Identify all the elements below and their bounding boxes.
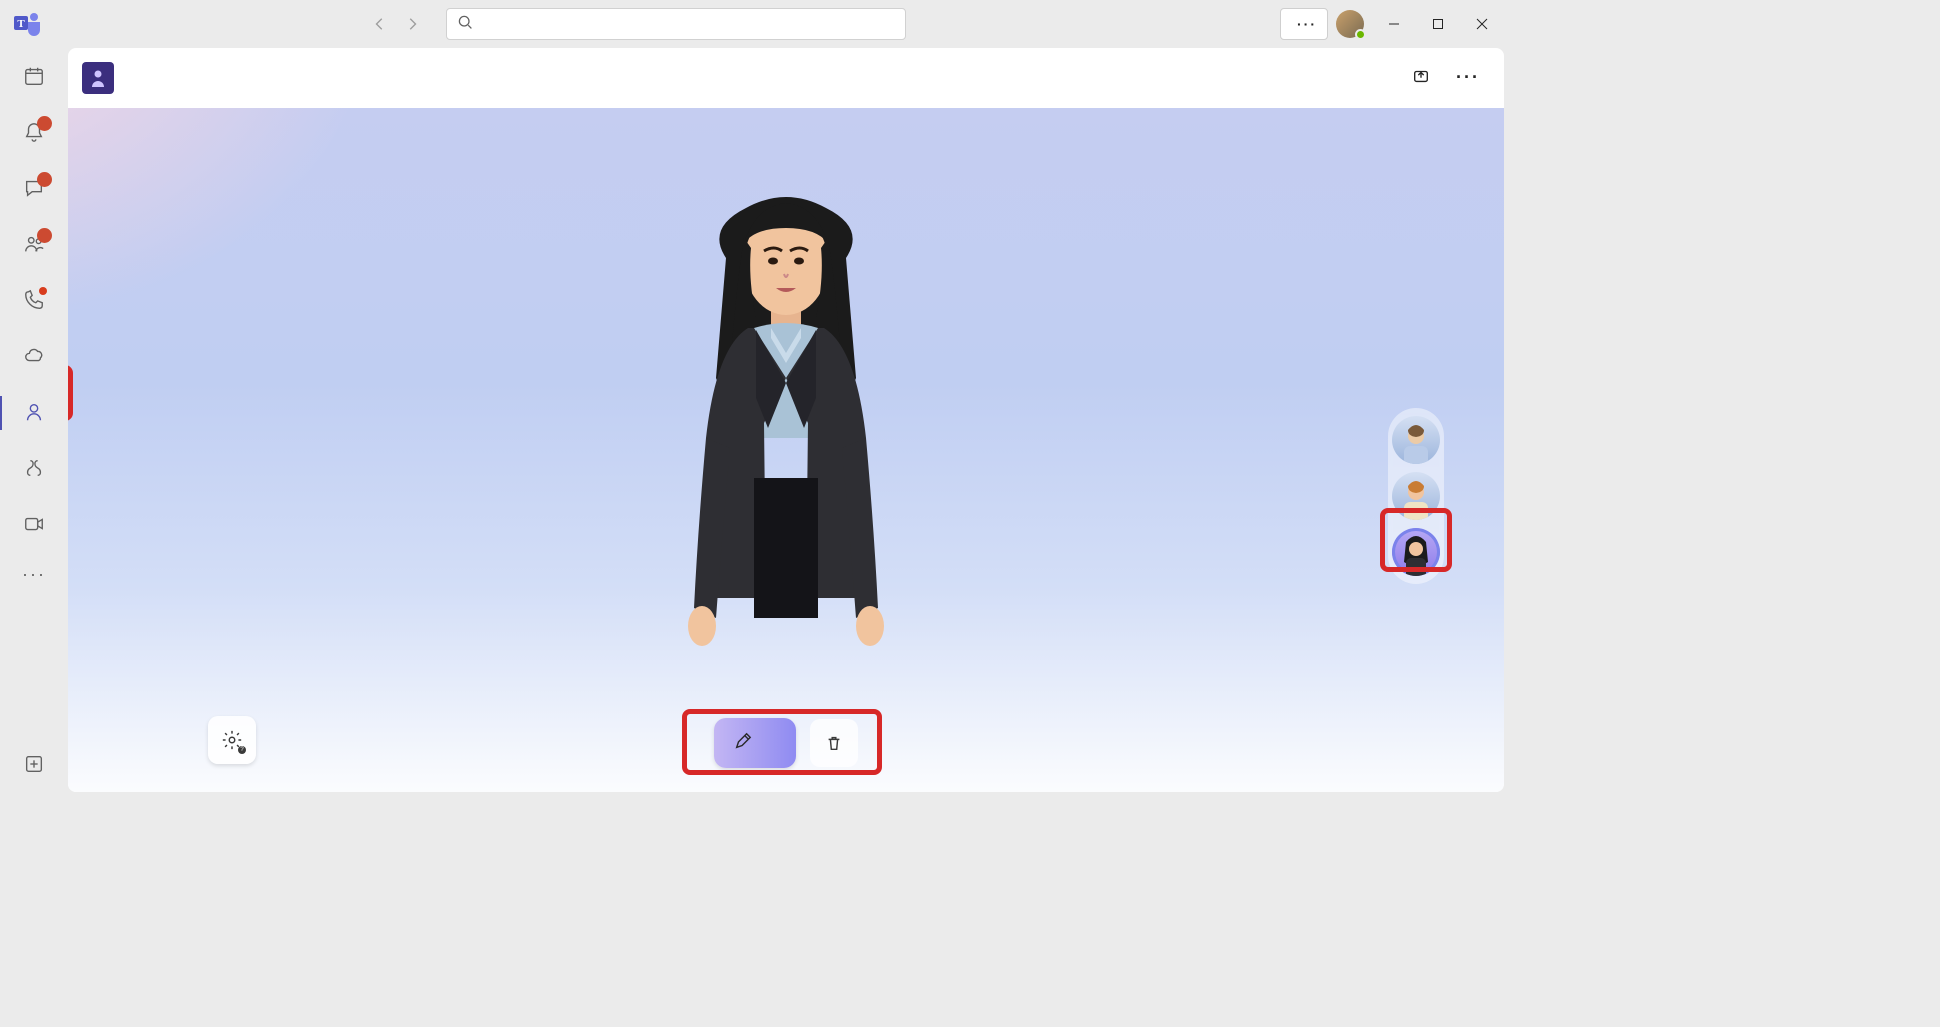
title-bar: T ··· [0, 0, 1512, 48]
calendar-icon [22, 64, 46, 88]
avatars-icon [22, 400, 46, 424]
avatar-slot-1[interactable] [1392, 416, 1440, 464]
rail-item-copilot[interactable] [0, 442, 68, 496]
teams-icon [22, 232, 46, 256]
profile-avatar[interactable] [1336, 10, 1364, 38]
chat-badge [37, 172, 52, 187]
teams-logo-icon: T [12, 8, 44, 40]
help-badge-icon: ? [238, 746, 246, 754]
svg-text:T: T [17, 18, 25, 30]
nav-back-button[interactable] [366, 10, 394, 38]
update-more-icon: ··· [1297, 16, 1317, 32]
avatar-action-row [714, 718, 858, 768]
search-input[interactable] [481, 15, 895, 33]
search-field[interactable] [446, 8, 906, 40]
search-icon [457, 14, 473, 35]
apps-add-icon [22, 752, 46, 776]
copilot-icon [22, 456, 46, 480]
rail-more-button[interactable]: ··· [0, 554, 68, 594]
avatar-slot-2[interactable] [1392, 472, 1440, 520]
page-header: ··· [68, 48, 1504, 108]
window-maximize-button[interactable] [1416, 8, 1460, 40]
avatar-preview [636, 178, 936, 658]
customize-button[interactable] [714, 718, 796, 768]
avatar-settings-button[interactable]: ? [208, 716, 256, 764]
calls-notification-dot [39, 287, 47, 295]
more-icon: ··· [22, 564, 46, 585]
rail-item-teams[interactable] [0, 218, 68, 272]
present-icon [1412, 67, 1430, 88]
rail-item-meet[interactable] [0, 498, 68, 552]
avatars-canvas: ? [68, 108, 1504, 792]
pencil-icon [734, 732, 752, 754]
rail-item-calls[interactable] [0, 274, 68, 328]
rail-item-avatars[interactable] [0, 386, 68, 440]
content-area: ··· [68, 48, 1504, 792]
window-close-button[interactable] [1460, 8, 1504, 40]
rail-item-calendar[interactable] [0, 50, 68, 104]
chat-icon [22, 176, 46, 200]
update-button[interactable]: ··· [1280, 8, 1328, 40]
rail-item-chat[interactable] [0, 162, 68, 216]
header-more-button[interactable]: ··· [1456, 67, 1480, 88]
activity-badge [37, 116, 52, 131]
trash-icon [825, 734, 843, 752]
annotation-highlight-rail-avatars [68, 365, 73, 421]
activity-icon [22, 120, 46, 144]
calls-icon [22, 288, 46, 312]
present-now-button[interactable] [1412, 67, 1438, 88]
rail-item-activity[interactable] [0, 106, 68, 160]
rail-item-onedrive[interactable] [0, 330, 68, 384]
avatar-slot-3[interactable] [1392, 528, 1440, 576]
meet-icon [22, 512, 46, 536]
avatar-slot-picker [1388, 408, 1444, 584]
avatars-app-icon [82, 62, 114, 94]
delete-avatar-button[interactable] [810, 719, 858, 767]
app-rail: ··· [0, 48, 68, 800]
presence-available-icon [1355, 29, 1366, 40]
nav-forward-button[interactable] [398, 10, 426, 38]
window-minimize-button[interactable] [1372, 8, 1416, 40]
rail-item-apps[interactable] [0, 738, 68, 792]
teams-badge [37, 228, 52, 243]
onedrive-icon [22, 344, 46, 368]
